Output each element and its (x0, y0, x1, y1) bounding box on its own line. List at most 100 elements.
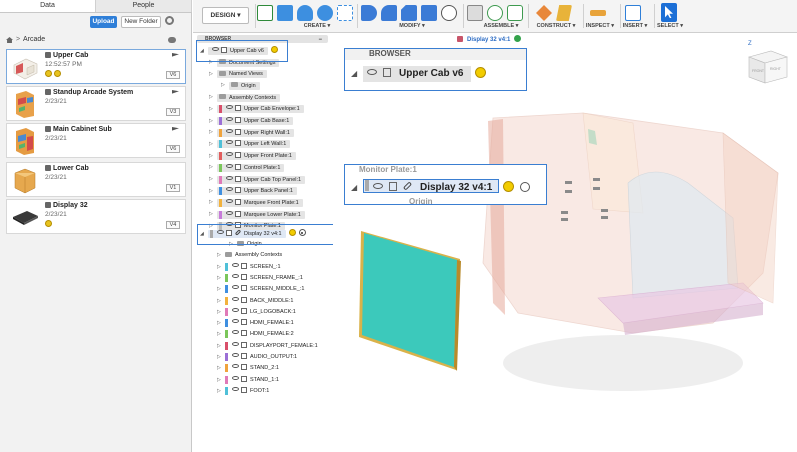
sweep-icon[interactable] (317, 5, 333, 21)
tree-sub-item[interactable]: ▷ STAND_2:1 (217, 364, 279, 373)
tree-sub-item[interactable]: ▷ LG_LOGOBACK:1 (217, 307, 296, 317)
expand-arrow-icon[interactable]: ▷ (209, 163, 217, 172)
visibility-icon[interactable] (232, 262, 239, 267)
tree-item[interactable]: ▷ Marquee Lower Plate:1 (209, 210, 305, 219)
visibility-icon[interactable] (232, 319, 239, 324)
as-built-joint-icon[interactable] (507, 5, 523, 21)
tree-item[interactable]: ▷ Upper Cab Top Panel:1 (209, 175, 306, 184)
expand-arrow-icon[interactable]: ▷ (217, 376, 225, 385)
visibility-icon[interactable] (226, 117, 233, 121)
extrude-icon[interactable] (277, 5, 293, 21)
tree-item[interactable]: ▷ Upper Back Panel:1 (209, 187, 297, 196)
tab-people[interactable]: People (96, 0, 192, 12)
new-component-icon[interactable] (467, 5, 483, 21)
visibility-icon[interactable] (226, 210, 233, 215)
visibility-icon[interactable] (232, 330, 239, 335)
revolve-icon[interactable] (297, 5, 313, 21)
visibility-icon[interactable] (232, 285, 239, 290)
tree-sub-item[interactable]: ▷ STAND_1:1 (217, 375, 279, 385)
tree-sub-item[interactable]: ▷ Assembly Contexts (217, 251, 282, 260)
canvas-viewport[interactable]: Display 32 v4:1 Z FRONT RIGHT BROWSER ◢ … (333, 33, 797, 452)
expand-arrow-icon[interactable]: ▷ (217, 285, 225, 294)
visibility-icon[interactable] (226, 187, 233, 192)
expand-arrow-icon[interactable]: ▷ (217, 330, 225, 339)
tab-data[interactable]: Data (0, 0, 96, 12)
expand-arrow-icon[interactable]: ▷ (217, 308, 225, 317)
inspect-menu[interactable]: INSPECT ▾ (585, 23, 615, 29)
expand-arrow-icon[interactable]: ▷ (209, 117, 217, 126)
expand-arrow-icon[interactable]: ▷ (209, 140, 217, 149)
file-card[interactable]: Lower Cab 2/23/21 V1 (6, 162, 186, 197)
visibility-icon[interactable] (226, 198, 233, 203)
expand-arrow-icon[interactable]: ▷ (221, 81, 229, 90)
tree-sub-item[interactable]: ▷ HDMI_FEMALE:2 (217, 330, 294, 339)
file-card[interactable]: Display 32 2/23/21 V4 (6, 199, 186, 234)
tree-item[interactable]: ▷ Named Views (209, 70, 267, 79)
expand-arrow-icon[interactable]: ▷ (217, 319, 225, 328)
tree-item[interactable]: ▷ Upper Left Wall:1 (209, 140, 291, 149)
construct-menu[interactable]: CONSTRUCT ▾ (533, 23, 579, 29)
visibility-icon[interactable] (232, 296, 239, 301)
measure-icon[interactable] (590, 10, 606, 16)
visibility-icon[interactable] (226, 140, 233, 145)
chamfer-icon[interactable] (401, 5, 417, 21)
create-menu[interactable]: CREATE ▾ (297, 23, 337, 29)
expand-arrow-icon[interactable]: ▷ (217, 364, 225, 373)
joint-icon[interactable] (487, 5, 503, 21)
expand-arrow-icon[interactable]: ▷ (209, 93, 217, 102)
file-card[interactable]: Standup Arcade System 2/23/21 V3 (6, 86, 186, 121)
breadcrumb-project[interactable]: Arcade (23, 36, 45, 43)
tree-sub-item[interactable]: ▷ SCREEN_:1 (217, 262, 281, 272)
visibility-icon[interactable] (232, 386, 239, 391)
visibility-icon[interactable] (232, 307, 239, 312)
visibility-icon[interactable] (226, 163, 233, 168)
expand-arrow-icon[interactable]: ▷ (209, 105, 217, 114)
insert-icon[interactable] (625, 5, 641, 21)
visibility-icon[interactable] (226, 105, 233, 110)
assemble-menu[interactable]: ASSEMBLE ▾ (479, 23, 523, 29)
expand-arrow-icon[interactable]: ▷ (217, 274, 225, 283)
tree-item[interactable]: ▷ Origin (221, 81, 260, 90)
expand-arrow-icon[interactable]: ▷ (209, 152, 217, 161)
model-3d[interactable] (333, 33, 797, 452)
collapse-icon[interactable]: − (318, 36, 322, 44)
visibility-icon[interactable] (232, 341, 239, 346)
tree-sub-item[interactable]: ▷ HDMI_FEMALE:1 (217, 319, 294, 328)
midplane-icon[interactable] (556, 5, 572, 21)
new-folder-button[interactable]: New Folder (121, 16, 161, 28)
visibility-icon[interactable] (232, 353, 239, 357)
visibility-icon[interactable] (226, 152, 233, 157)
offset-plane-icon[interactable] (536, 5, 552, 21)
upload-button[interactable]: Upload (90, 16, 117, 28)
move-copy-icon[interactable] (441, 5, 457, 21)
visibility-icon[interactable] (232, 364, 239, 369)
expand-arrow-icon[interactable]: ▷ (209, 128, 217, 137)
expand-arrow-icon[interactable]: ▷ (217, 342, 225, 351)
modify-menu[interactable]: MODIFY ▾ (389, 23, 435, 29)
tree-sub-item[interactable]: ▷ SCREEN_MIDDLE_:1 (217, 285, 304, 294)
tree-sub-item[interactable]: ▷ AUDIO_OUTPUT:1 (217, 353, 297, 362)
home-icon[interactable] (6, 37, 13, 43)
version-badge[interactable]: V3 (166, 108, 180, 116)
expand-arrow-icon[interactable]: ▷ (209, 70, 217, 79)
file-card[interactable]: Upper Cab 12:52:57 PM V6 (6, 49, 186, 84)
fillet-icon[interactable] (381, 5, 397, 21)
version-badge[interactable]: V6 (166, 71, 180, 79)
tree-item[interactable]: ▷ Upper Front Plate:1 (209, 152, 296, 161)
version-badge[interactable]: V6 (166, 145, 180, 153)
new-sketch-icon[interactable] (257, 5, 273, 21)
tree-sub-item[interactable]: ▷ FOOT:1 (217, 386, 269, 396)
expand-arrow-icon[interactable]: ▷ (209, 187, 217, 196)
expand-arrow-icon[interactable]: ▷ (217, 297, 225, 306)
file-card[interactable]: Main Cabinet Sub 2/23/21 V6 (6, 123, 186, 158)
tree-item[interactable]: ▷ Upper Cab Envelope:1 (209, 105, 304, 114)
expand-arrow-icon[interactable]: ▷ (217, 387, 225, 396)
gear-icon[interactable] (165, 16, 174, 25)
tree-sub-item[interactable]: ▷ DISPLAYPORT_FEMALE:1 (217, 341, 318, 351)
visibility-icon[interactable] (232, 273, 239, 278)
press-pull-icon[interactable] (361, 5, 377, 21)
pattern-icon[interactable] (337, 5, 353, 21)
visibility-icon[interactable] (232, 375, 239, 380)
visibility-icon[interactable] (226, 128, 233, 133)
version-badge[interactable]: V1 (166, 184, 180, 192)
